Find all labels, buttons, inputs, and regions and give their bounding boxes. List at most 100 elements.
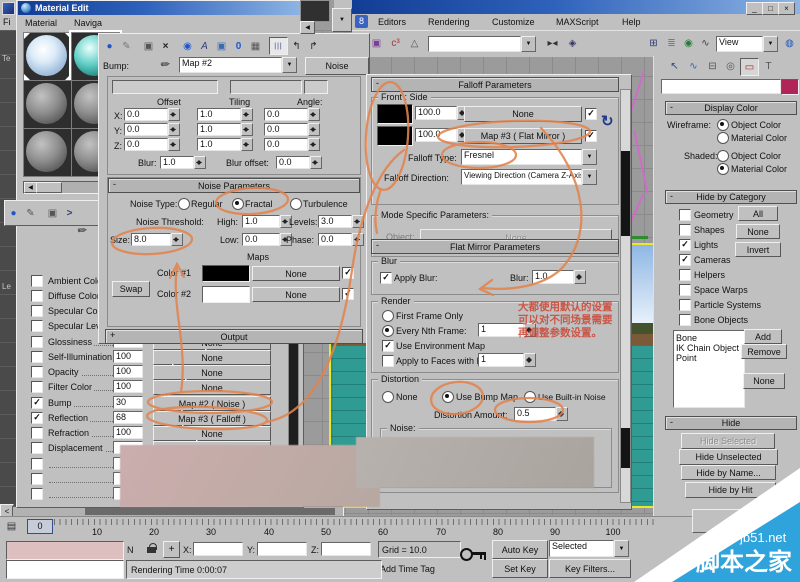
map-checkbox[interactable] bbox=[31, 305, 43, 317]
menu-editors[interactable]: Editors bbox=[378, 17, 406, 27]
hide-particles-checkbox[interactable] bbox=[679, 299, 691, 311]
assign-to-selection-icon[interactable]: ▣ bbox=[140, 38, 157, 54]
offset-x-field[interactable]: 0.0 bbox=[124, 108, 168, 121]
material-sample-slot[interactable] bbox=[300, 0, 330, 22]
spinner[interactable] bbox=[194, 156, 206, 169]
blur-field[interactable]: 1.0 bbox=[160, 156, 194, 169]
tab-utilities[interactable]: T bbox=[760, 58, 777, 74]
falloff-vscrollbar[interactable] bbox=[620, 89, 631, 503]
map-button[interactable]: None bbox=[153, 365, 271, 380]
map-checkbox[interactable] bbox=[31, 412, 43, 424]
restore-button[interactable]: □ bbox=[762, 2, 779, 15]
side-map-button[interactable]: Map #3 ( Flat Mirror ) bbox=[464, 128, 582, 144]
y-coordinate-field[interactable] bbox=[257, 542, 307, 556]
lock-icon[interactable] bbox=[146, 542, 158, 555]
low-field[interactable]: 0.0 bbox=[242, 233, 280, 246]
shaded-object-color-radio[interactable] bbox=[717, 150, 729, 162]
checkbox-label[interactable]: Use Environment Map bbox=[396, 341, 485, 351]
track-view-icon[interactable]: ∿ bbox=[697, 35, 714, 51]
radio-label[interactable]: None bbox=[396, 392, 418, 402]
radio-label[interactable]: Object Color bbox=[731, 151, 781, 161]
spinner[interactable] bbox=[241, 123, 253, 136]
output-rollout[interactable]: + Output bbox=[105, 329, 363, 344]
hide-lights-checkbox[interactable] bbox=[679, 239, 691, 251]
spinner[interactable] bbox=[168, 123, 180, 136]
rollout-hide-by-category[interactable]: - Hide by Category bbox=[665, 190, 797, 204]
falloff-parameters-titlebar[interactable]: - Falloff Parameters bbox=[371, 77, 619, 92]
flat-mirror-titlebar[interactable]: - Flat Mirror Parameters bbox=[371, 239, 619, 254]
radio-label[interactable]: Every Nth Frame: bbox=[396, 326, 467, 336]
falloff-direction-combo[interactable]: Viewing Direction (Camera Z-Axis) ▼ bbox=[461, 169, 597, 185]
spinner[interactable] bbox=[574, 270, 586, 284]
spinner[interactable] bbox=[241, 138, 253, 151]
map-amount[interactable]: 30 bbox=[113, 396, 143, 409]
noise-fractal-radio[interactable] bbox=[232, 198, 244, 210]
collapse-icon[interactable]: - bbox=[376, 78, 379, 88]
material-sample-slot-active[interactable] bbox=[23, 32, 72, 81]
none-list-button[interactable]: None bbox=[743, 373, 785, 389]
blur-offset-field[interactable]: 0.0 bbox=[276, 156, 310, 169]
map-button[interactable]: None bbox=[153, 350, 271, 365]
object-color-swatch[interactable] bbox=[781, 79, 799, 95]
add-time-tag[interactable]: Add Time Tag bbox=[380, 564, 435, 574]
toolbar-icon[interactable]: ▣ bbox=[368, 35, 385, 51]
offset-z-field[interactable]: 0.0 bbox=[124, 138, 168, 151]
side-map-checkbox[interactable] bbox=[585, 130, 597, 142]
use-bump-map-radio[interactable] bbox=[442, 391, 454, 403]
list-item[interactable]: Point bbox=[676, 353, 742, 363]
blur-amount-field[interactable]: 1.0 bbox=[532, 270, 574, 284]
menu-navigation[interactable]: Naviga bbox=[74, 18, 102, 28]
offset-y-field[interactable]: 0.0 bbox=[124, 123, 168, 136]
assign-material-icon[interactable]: ▣ bbox=[44, 205, 61, 221]
front-amount-field[interactable]: 100.0 bbox=[415, 106, 457, 120]
tab-modify[interactable]: ∿ bbox=[685, 58, 702, 74]
swap-front-side-icon[interactable]: ↻ bbox=[601, 112, 614, 130]
collapse-icon[interactable]: - bbox=[670, 191, 673, 201]
x-coordinate-field[interactable] bbox=[193, 542, 243, 556]
phase-field[interactable]: 0.0 bbox=[318, 233, 352, 246]
map-checkbox[interactable] bbox=[31, 275, 43, 287]
map-checkbox[interactable] bbox=[31, 320, 43, 332]
add-button[interactable]: Add bbox=[744, 329, 782, 344]
radio-label[interactable]: Use Built-in Noise bbox=[538, 392, 606, 402]
map-checkbox[interactable] bbox=[31, 336, 43, 348]
object-name-field[interactable] bbox=[661, 79, 781, 94]
radio-label[interactable]: Use Bump Map bbox=[456, 392, 518, 402]
rollout-hide[interactable]: - Hide bbox=[665, 416, 797, 430]
category-label[interactable]: Particle Systems bbox=[694, 300, 761, 310]
front-color-swatch[interactable] bbox=[377, 104, 413, 124]
collapse-icon[interactable]: - bbox=[376, 240, 379, 250]
slot-scroll-button[interactable]: ▼ bbox=[332, 8, 352, 32]
remove-button[interactable]: Remove bbox=[741, 344, 787, 359]
apply-faces-checkbox[interactable] bbox=[382, 355, 394, 367]
put-material-icon[interactable]: ✎ bbox=[22, 205, 39, 221]
category-label[interactable]: Lights bbox=[694, 240, 718, 250]
main-titlebar[interactable] bbox=[352, 0, 800, 14]
radio-label[interactable]: First Frame Only bbox=[396, 311, 463, 321]
map-checkbox[interactable] bbox=[31, 381, 43, 393]
spinner[interactable] bbox=[308, 108, 320, 121]
spinner[interactable] bbox=[168, 138, 180, 151]
checkbox-label[interactable]: Apply to Faces with ID: bbox=[396, 356, 488, 366]
auto-key-button[interactable]: Auto Key bbox=[492, 540, 548, 559]
tab-hierarchy[interactable]: ⊟ bbox=[704, 58, 721, 74]
hide-shapes-checkbox[interactable] bbox=[679, 224, 691, 236]
wireframe-object-color-radio[interactable] bbox=[717, 119, 729, 131]
front-map-button[interactable]: None bbox=[464, 106, 582, 122]
spinner[interactable] bbox=[556, 407, 568, 421]
radio-label[interactable]: Regular bbox=[191, 199, 223, 209]
spinner[interactable] bbox=[352, 233, 364, 246]
wireframe-material-color-radio[interactable] bbox=[717, 132, 729, 144]
radio-label[interactable]: Object Color bbox=[731, 120, 781, 130]
file-menu[interactable]: Fi bbox=[3, 17, 11, 27]
spinner[interactable] bbox=[171, 233, 183, 246]
collapse-icon[interactable]: - bbox=[670, 417, 673, 427]
map-button-falloff[interactable]: Map #3 ( Falloff ) bbox=[153, 411, 271, 426]
hide-bones-checkbox[interactable] bbox=[679, 314, 691, 326]
angle-z-field[interactable]: 0.0 bbox=[264, 138, 308, 151]
tiling-x-field[interactable]: 1.0 bbox=[197, 108, 241, 121]
expand-icon[interactable]: + bbox=[110, 330, 115, 340]
spinner[interactable] bbox=[352, 215, 364, 228]
scrollbar-thumb[interactable] bbox=[621, 151, 630, 236]
show-end-result-icon[interactable]: ||| bbox=[269, 37, 288, 55]
